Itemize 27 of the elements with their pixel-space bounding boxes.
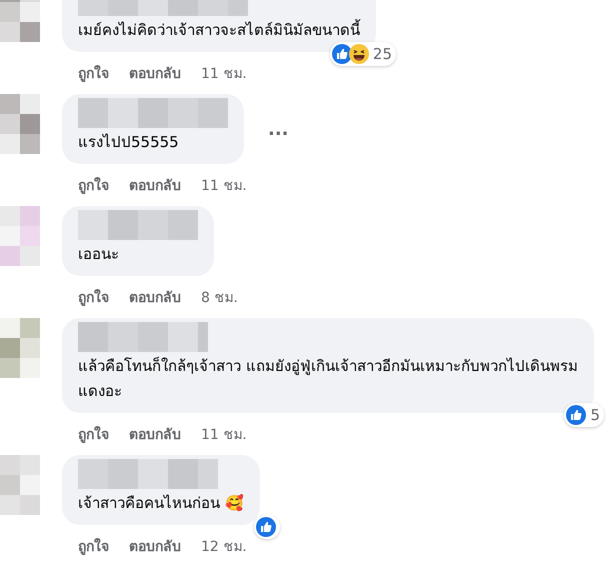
comment-text: แล้วคือโทนก็ใกล้ๆเจ้าสาว แถมยังอู่ฟู่เกินเจ้าสาวอีกมันเหมาะกับพวกไปเดินพรมแดงอะ [78,356,578,402]
reply-link[interactable]: ตอบกลับ [129,174,181,198]
reaction-count: 25 [372,45,392,63]
like-link[interactable]: ถูกใจ [78,535,109,559]
reaction-badge[interactable]: 5 [564,403,604,427]
reaction-badge[interactable]: 25 [330,42,396,66]
comment-text: เออนะ [78,244,119,265]
comment-time: 12 ชม. [201,538,247,557]
comment-text: เจ้าสาวคือคนไหนก่อน 🥰 [78,493,244,514]
comment-time: 11 ชม. [201,426,247,445]
comment-text: เมย์คงไม่คิดว่าเจ้าสาวจะสไตล์มินิมัลขนาดนี้ [78,18,360,41]
like-link[interactable]: ถูกใจ [78,423,109,447]
reply-link[interactable]: ตอบกลับ [129,286,181,310]
comment-time: 11 ชม. [201,65,247,84]
reply-link[interactable]: ตอบกลับ [129,535,181,559]
like-link[interactable]: ถูกใจ [78,286,109,310]
reply-link[interactable]: ตอบกลับ [129,423,181,447]
reaction-badge[interactable] [254,515,280,539]
reply-link[interactable]: ตอบกลับ [129,62,181,86]
comment-time: 8 ชม. [201,289,238,308]
more-options-icon[interactable]: ... [268,118,289,140]
reaction-count: 5 [590,406,600,424]
like-link[interactable]: ถูกใจ [78,62,109,86]
comment-text: แรงไปป55555 [78,132,179,153]
comment-time: 11 ชม. [201,177,247,196]
like-link[interactable]: ถูกใจ [78,174,109,198]
laughing-face-icon [348,44,369,64]
